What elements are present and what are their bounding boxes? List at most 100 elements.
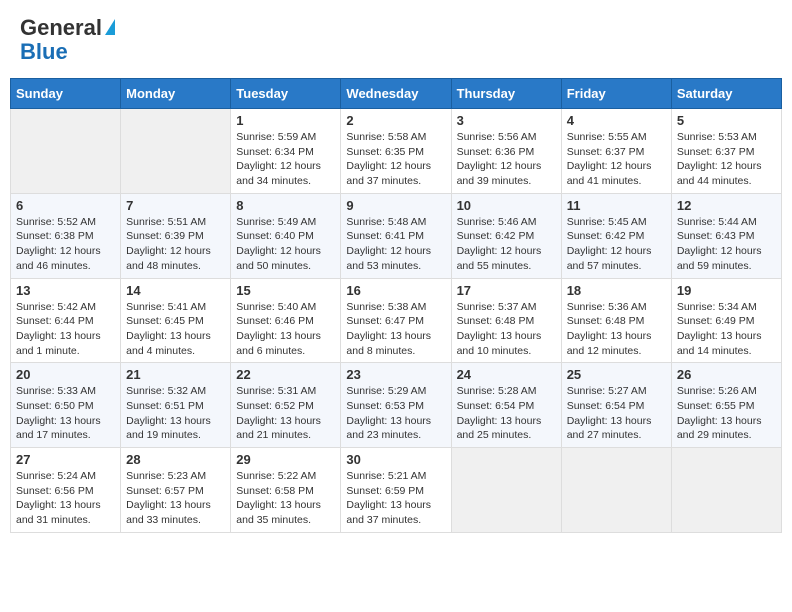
- logo-triangle-icon: [105, 19, 115, 35]
- day-info: Sunrise: 5:33 AMSunset: 6:50 PMDaylight:…: [16, 385, 101, 441]
- day-info: Sunrise: 5:27 AMSunset: 6:54 PMDaylight:…: [567, 385, 652, 441]
- calendar-cell: 27Sunrise: 5:24 AMSunset: 6:56 PMDayligh…: [11, 448, 121, 533]
- day-number: 14: [126, 283, 225, 298]
- week-row-5: 27Sunrise: 5:24 AMSunset: 6:56 PMDayligh…: [11, 448, 782, 533]
- day-number: 9: [346, 198, 445, 213]
- logo-general: General: [20, 15, 102, 41]
- calendar-cell: 20 Sunrise: 5:33 AMSunset: 6:50 PMDayligh…: [11, 363, 121, 448]
- week-row-1: 1Sunrise: 5:59 AMSunset: 6:34 PMDaylight…: [11, 109, 782, 194]
- day-number: 10: [457, 198, 556, 213]
- calendar-cell: 2 Sunrise: 5:58 AMSunset: 6:35 PMDaylight…: [341, 109, 451, 194]
- day-headers-row: SundayMondayTuesdayWednesdayThursdayFrid…: [11, 79, 782, 109]
- calendar-cell: 18 Sunrise: 5:36 AMSunset: 6:48 PMDayligh…: [561, 278, 671, 363]
- calendar-cell: 24 Sunrise: 5:28 AMSunset: 6:54 PMDayligh…: [451, 363, 561, 448]
- day-info: Sunrise: 5:41 AMSunset: 6:45 PMDaylight:…: [126, 301, 211, 357]
- calendar-cell: 29 Sunrise: 5:22 AMSunset: 6:58 PMDayligh…: [231, 448, 341, 533]
- calendar-cell: [451, 448, 561, 533]
- day-header-tuesday: Tuesday: [231, 79, 341, 109]
- day-info: Sunrise: 5:55 AMSunset: 6:37 PMDaylight:…: [567, 131, 652, 187]
- day-number: 23: [346, 367, 445, 382]
- calendar-cell: 25 Sunrise: 5:27 AMSunset: 6:54 PMDayligh…: [561, 363, 671, 448]
- day-info: Sunrise: 5:28 AMSunset: 6:54 PMDaylight:…: [457, 385, 542, 441]
- day-info: Sunrise: 5:22 AMSunset: 6:58 PMDaylight:…: [236, 470, 321, 526]
- day-number: 26: [677, 367, 776, 382]
- calendar-cell: 22 Sunrise: 5:31 AMSunset: 6:52 PMDayligh…: [231, 363, 341, 448]
- calendar-cell: 19Sunrise: 5:34 AMSunset: 6:49 PMDayligh…: [671, 278, 781, 363]
- day-number: 25: [567, 367, 666, 382]
- day-number: 4: [567, 113, 666, 128]
- day-header-wednesday: Wednesday: [341, 79, 451, 109]
- calendar-cell: [121, 109, 231, 194]
- day-info: Sunrise: 5:48 AMSunset: 6:41 PMDaylight:…: [346, 216, 431, 272]
- day-info: Sunrise: 5:23 AMSunset: 6:57 PMDaylight:…: [126, 470, 211, 526]
- calendar-cell: 4 Sunrise: 5:55 AMSunset: 6:37 PMDaylight…: [561, 109, 671, 194]
- calendar-cell: 11 Sunrise: 5:45 AMSunset: 6:42 PMDayligh…: [561, 193, 671, 278]
- calendar-table: SundayMondayTuesdayWednesdayThursdayFrid…: [10, 78, 782, 533]
- calendar-cell: [11, 109, 121, 194]
- day-number: 17: [457, 283, 556, 298]
- page-header: General Blue: [10, 10, 782, 68]
- day-info: Sunrise: 5:59 AMSunset: 6:34 PMDaylight:…: [236, 131, 321, 187]
- calendar-cell: 10 Sunrise: 5:46 AMSunset: 6:42 PMDayligh…: [451, 193, 561, 278]
- day-number: 28: [126, 452, 225, 467]
- week-row-3: 13 Sunrise: 5:42 AMSunset: 6:44 PMDayligh…: [11, 278, 782, 363]
- calendar-cell: 12 Sunrise: 5:44 AMSunset: 6:43 PMDayligh…: [671, 193, 781, 278]
- calendar-cell: [671, 448, 781, 533]
- day-info: Sunrise: 5:38 AMSunset: 6:47 PMDaylight:…: [346, 301, 431, 357]
- day-info: Sunrise: 5:29 AMSunset: 6:53 PMDaylight:…: [346, 385, 431, 441]
- day-number: 29: [236, 452, 335, 467]
- day-info: Sunrise: 5:53 AMSunset: 6:37 PMDaylight:…: [677, 131, 762, 187]
- day-info: Sunrise: 5:36 AMSunset: 6:48 PMDaylight:…: [567, 301, 652, 357]
- day-info: Sunrise: 5:21 AMSunset: 6:59 PMDaylight:…: [346, 470, 431, 526]
- day-number: 11: [567, 198, 666, 213]
- day-number: 12: [677, 198, 776, 213]
- day-header-sunday: Sunday: [11, 79, 121, 109]
- day-info: Sunrise: 5:58 AMSunset: 6:35 PMDaylight:…: [346, 131, 431, 187]
- day-header-friday: Friday: [561, 79, 671, 109]
- week-row-2: 6 Sunrise: 5:52 AMSunset: 6:38 PMDaylight…: [11, 193, 782, 278]
- calendar-cell: 3 Sunrise: 5:56 AMSunset: 6:36 PMDaylight…: [451, 109, 561, 194]
- week-row-4: 20 Sunrise: 5:33 AMSunset: 6:50 PMDayligh…: [11, 363, 782, 448]
- day-number: 18: [567, 283, 666, 298]
- calendar-cell: 16 Sunrise: 5:38 AMSunset: 6:47 PMDayligh…: [341, 278, 451, 363]
- day-info: Sunrise: 5:56 AMSunset: 6:36 PMDaylight:…: [457, 131, 542, 187]
- day-info: Sunrise: 5:51 AMSunset: 6:39 PMDaylight:…: [126, 216, 211, 272]
- day-info: Sunrise: 5:40 AMSunset: 6:46 PMDaylight:…: [236, 301, 321, 357]
- day-number: 13: [16, 283, 115, 298]
- day-info: Sunrise: 5:49 AMSunset: 6:40 PMDaylight:…: [236, 216, 321, 272]
- calendar-cell: 5Sunrise: 5:53 AMSunset: 6:37 PMDaylight…: [671, 109, 781, 194]
- day-info: Sunrise: 5:44 AMSunset: 6:43 PMDaylight:…: [677, 216, 762, 272]
- day-info: Sunrise: 5:46 AMSunset: 6:42 PMDaylight:…: [457, 216, 542, 272]
- day-number: 7: [126, 198, 225, 213]
- day-info: Sunrise: 5:26 AMSunset: 6:55 PMDaylight:…: [677, 385, 762, 441]
- calendar-cell: 28 Sunrise: 5:23 AMSunset: 6:57 PMDayligh…: [121, 448, 231, 533]
- day-info: Sunrise: 5:32 AMSunset: 6:51 PMDaylight:…: [126, 385, 211, 441]
- logo-blue: Blue: [20, 41, 68, 63]
- logo: General Blue: [20, 15, 115, 63]
- day-number: 24: [457, 367, 556, 382]
- day-number: 15: [236, 283, 335, 298]
- day-number: 16: [346, 283, 445, 298]
- calendar-cell: 6 Sunrise: 5:52 AMSunset: 6:38 PMDaylight…: [11, 193, 121, 278]
- calendar-cell: 9 Sunrise: 5:48 AMSunset: 6:41 PMDaylight…: [341, 193, 451, 278]
- day-number: 27: [16, 452, 115, 467]
- calendar-cell: 1Sunrise: 5:59 AMSunset: 6:34 PMDaylight…: [231, 109, 341, 194]
- day-number: 2: [346, 113, 445, 128]
- day-info: Sunrise: 5:52 AMSunset: 6:38 PMDaylight:…: [16, 216, 101, 272]
- calendar-cell: 21 Sunrise: 5:32 AMSunset: 6:51 PMDayligh…: [121, 363, 231, 448]
- calendar-cell: 8Sunrise: 5:49 AMSunset: 6:40 PMDaylight…: [231, 193, 341, 278]
- calendar-cell: 30Sunrise: 5:21 AMSunset: 6:59 PMDayligh…: [341, 448, 451, 533]
- day-header-thursday: Thursday: [451, 79, 561, 109]
- day-info: Sunrise: 5:45 AMSunset: 6:42 PMDaylight:…: [567, 216, 652, 272]
- calendar-cell: 23 Sunrise: 5:29 AMSunset: 6:53 PMDayligh…: [341, 363, 451, 448]
- day-info: Sunrise: 5:42 AMSunset: 6:44 PMDaylight:…: [16, 301, 101, 357]
- day-number: 3: [457, 113, 556, 128]
- day-number: 6: [16, 198, 115, 213]
- day-info: Sunrise: 5:34 AMSunset: 6:49 PMDaylight:…: [677, 301, 762, 357]
- calendar-cell: 26 Sunrise: 5:26 AMSunset: 6:55 PMDayligh…: [671, 363, 781, 448]
- day-info: Sunrise: 5:31 AMSunset: 6:52 PMDaylight:…: [236, 385, 321, 441]
- calendar-cell: 15 Sunrise: 5:40 AMSunset: 6:46 PMDayligh…: [231, 278, 341, 363]
- day-number: 20: [16, 367, 115, 382]
- day-number: 22: [236, 367, 335, 382]
- day-number: 21: [126, 367, 225, 382]
